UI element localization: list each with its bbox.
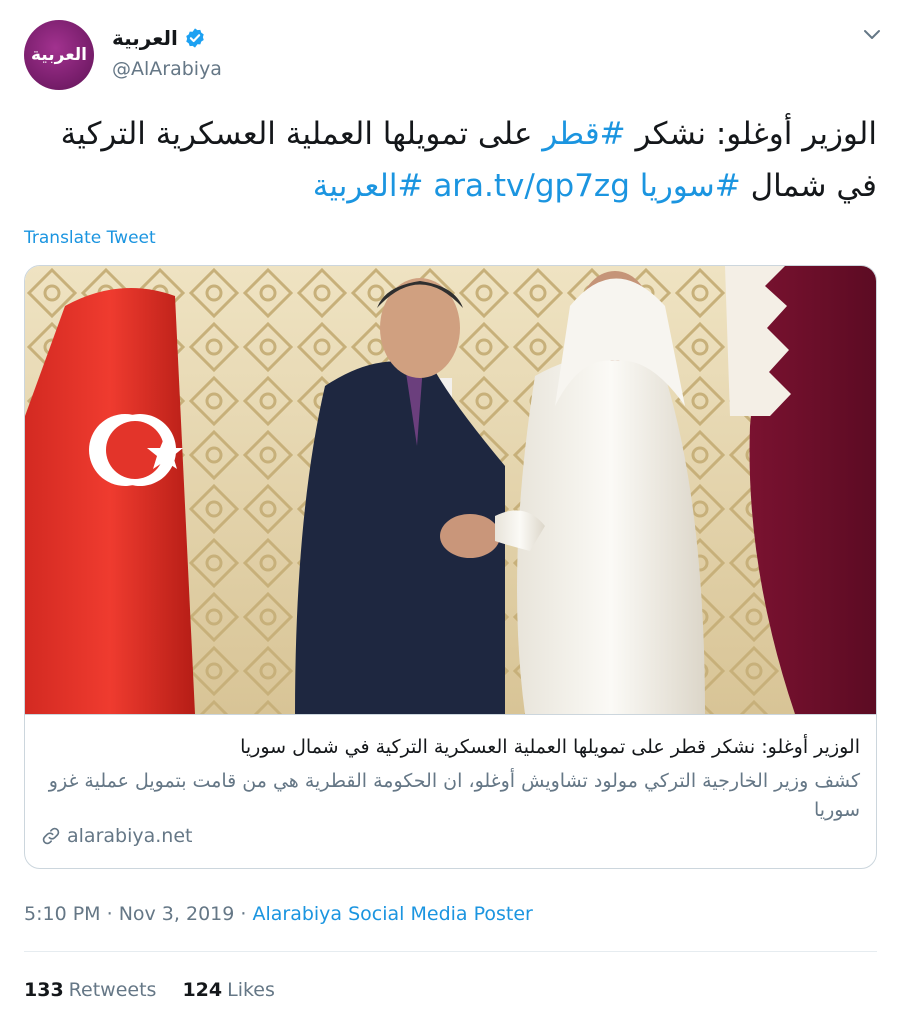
url-link[interactable]: ara.tv/gp7zg [433, 168, 630, 204]
handle[interactable]: @AlArabiya [112, 58, 222, 80]
tweet-text: الوزير أوغلو: نشكر #قطر على تمويلها العم… [25, 108, 877, 212]
card-domain-text: alarabiya.net [67, 825, 193, 847]
likes-label: Likes [227, 979, 275, 1001]
link-icon [42, 827, 60, 845]
card-domain: alarabiya.net [41, 825, 192, 847]
likes-count: 124 [182, 979, 223, 1001]
card-image [25, 266, 876, 714]
tweet-time[interactable]: 5:10 PM [24, 903, 101, 925]
hashtag-alarabiya-link[interactable]: #العربية [313, 168, 424, 204]
divider [24, 951, 877, 952]
meta-separator: · [234, 903, 253, 925]
tweet-header: العربية العربية @AlArabiya [24, 20, 884, 90]
display-name[interactable]: العربية [112, 26, 178, 50]
tweet: العربية العربية @AlArabiya الوزير أوغلو:… [0, 0, 901, 1022]
retweets-label: Retweets [68, 979, 157, 1001]
avatar-logo-text: العربية [30, 45, 87, 65]
name-row: العربية [112, 26, 206, 50]
card-title: الوزير أوغلو: نشكر قطر على تمويلها العمل… [240, 736, 860, 758]
tweet-source-link[interactable]: Alarabiya Social Media Poster [252, 903, 532, 925]
card-description: كشف وزير الخارجية التركي مولود تشاويش أو… [48, 770, 860, 821]
likes-stat[interactable]: 124 Likes [182, 979, 274, 1001]
card-body: الوزير أوغلو: نشكر قطر على تمويلها العمل… [25, 714, 876, 868]
tweet-date[interactable]: Nov 3, 2019 [119, 903, 235, 925]
avatar[interactable]: العربية [24, 20, 94, 90]
link-card[interactable]: الوزير أوغلو: نشكر قطر على تمويلها العمل… [24, 265, 877, 869]
retweets-count: 133 [24, 979, 64, 1001]
chevron-down-icon[interactable] [860, 22, 884, 46]
tweet-stats: 133 Retweets 124 Likes [24, 979, 301, 1001]
tweet-meta: 5:10 PM · Nov 3, 2019 · Alarabiya Social… [24, 903, 533, 925]
hashtag-qatar-link[interactable]: #قطر [542, 116, 625, 152]
hashtag-syria-link[interactable]: #سوريا [640, 168, 741, 204]
tweet-text-part: الوزير أوغلو: نشكر [625, 116, 877, 152]
translate-tweet-link[interactable]: Translate Tweet [24, 228, 156, 248]
retweets-stat[interactable]: 133 Retweets [24, 979, 156, 1001]
meta-separator: · [100, 903, 119, 925]
verified-badge-icon [186, 28, 204, 48]
